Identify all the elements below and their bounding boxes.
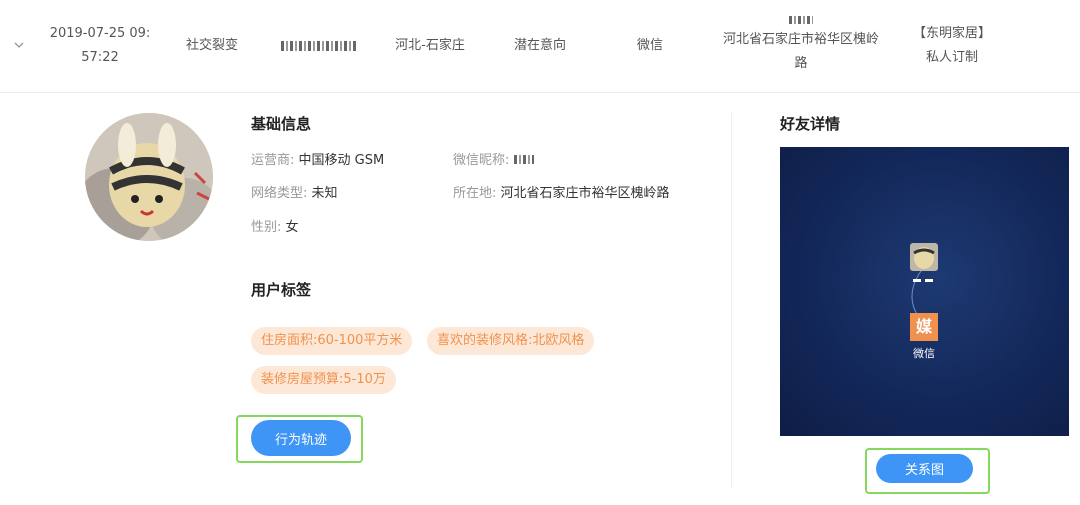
masked-node-label <box>913 279 921 282</box>
graph-node-user[interactable] <box>910 243 938 271</box>
basic-info-title: 基础信息 <box>251 115 312 133</box>
masked-name <box>789 16 813 24</box>
record-region: 河北-石家庄 <box>395 38 465 53</box>
record-source: 社交裂变 <box>185 38 238 53</box>
tag-house-area: 住房面积:60-100平方米 <box>251 327 413 355</box>
friend-details-title: 好友详情 <box>780 115 841 133</box>
record-project-line1: 【东明家居】 <box>912 26 991 41</box>
wechat-nickname-label: 微信昵称: <box>453 153 510 168</box>
network-field: 网络类型: 未知 <box>251 182 338 201</box>
relation-graph-canvas[interactable]: 媒 微信 <box>780 147 1069 436</box>
masked-phone <box>281 41 357 51</box>
location-label: 所在地: <box>453 186 497 201</box>
record-address-line1: 河北省石家庄市裕华区槐岭 <box>722 32 879 47</box>
avatar-image <box>85 113 213 241</box>
user-tags-title: 用户标签 <box>251 281 312 299</box>
graph-node-wechat-label: 微信 <box>913 347 935 360</box>
relation-graph-button[interactable]: 关系图 <box>876 454 973 483</box>
record-address-line2: 路 <box>794 56 808 71</box>
carrier-value: 中国移动 GSM <box>298 153 385 168</box>
record-address: 河北省石家庄市裕华区槐岭 路 <box>710 0 892 92</box>
record-project-line2: 私人订制 <box>925 50 978 65</box>
record-time: 2019-07-25 09: 57:22 <box>40 0 160 92</box>
chevron-down-icon[interactable] <box>14 40 24 50</box>
record-time-line2: 57:22 <box>81 50 119 65</box>
record-project: 【东明家居】 私人订制 <box>900 0 1004 92</box>
tag-budget: 装修房屋预算:5-10万 <box>251 366 396 394</box>
record-channel: 微信 <box>636 38 663 53</box>
carrier-label: 运营商: <box>251 153 295 168</box>
carrier-field: 运营商: 中国移动 GSM <box>251 149 384 168</box>
wechat-nickname-field: 微信昵称: <box>453 149 534 168</box>
masked-nickname <box>513 155 534 164</box>
gender-value: 女 <box>285 220 299 235</box>
detail-panel: 基础信息 运营商: 中国移动 GSM 微信昵称: 网络类型: 未知 所在地: 河… <box>0 93 1080 505</box>
record-intent: 潜在意向 <box>513 38 566 53</box>
network-label: 网络类型: <box>251 186 308 201</box>
gender-field: 性别: 女 <box>251 216 299 235</box>
record-row[interactable]: 2019-07-25 09: 57:22 社交裂变 河北-石家庄 潜在意向 微信… <box>0 0 1080 93</box>
avatar <box>85 113 213 241</box>
location-field: 所在地: 河北省石家庄市裕华区槐岭路 <box>453 182 670 201</box>
location-value: 河北省石家庄市裕华区槐岭路 <box>500 186 670 201</box>
graph-node-wechat-icon[interactable]: 媒 <box>910 313 938 341</box>
relation-graph-svg <box>910 243 938 324</box>
record-phone-masked <box>274 0 364 92</box>
record-time-line1: 2019-07-25 09: <box>49 26 151 41</box>
gender-label: 性别: <box>251 220 282 235</box>
masked-node-label-2 <box>925 279 933 282</box>
behavior-track-button[interactable]: 行为轨迹 <box>251 420 351 456</box>
panel-divider <box>731 113 732 488</box>
tag-decor-style: 喜欢的装修风格:北欧风格 <box>427 327 595 355</box>
network-value: 未知 <box>311 186 338 201</box>
